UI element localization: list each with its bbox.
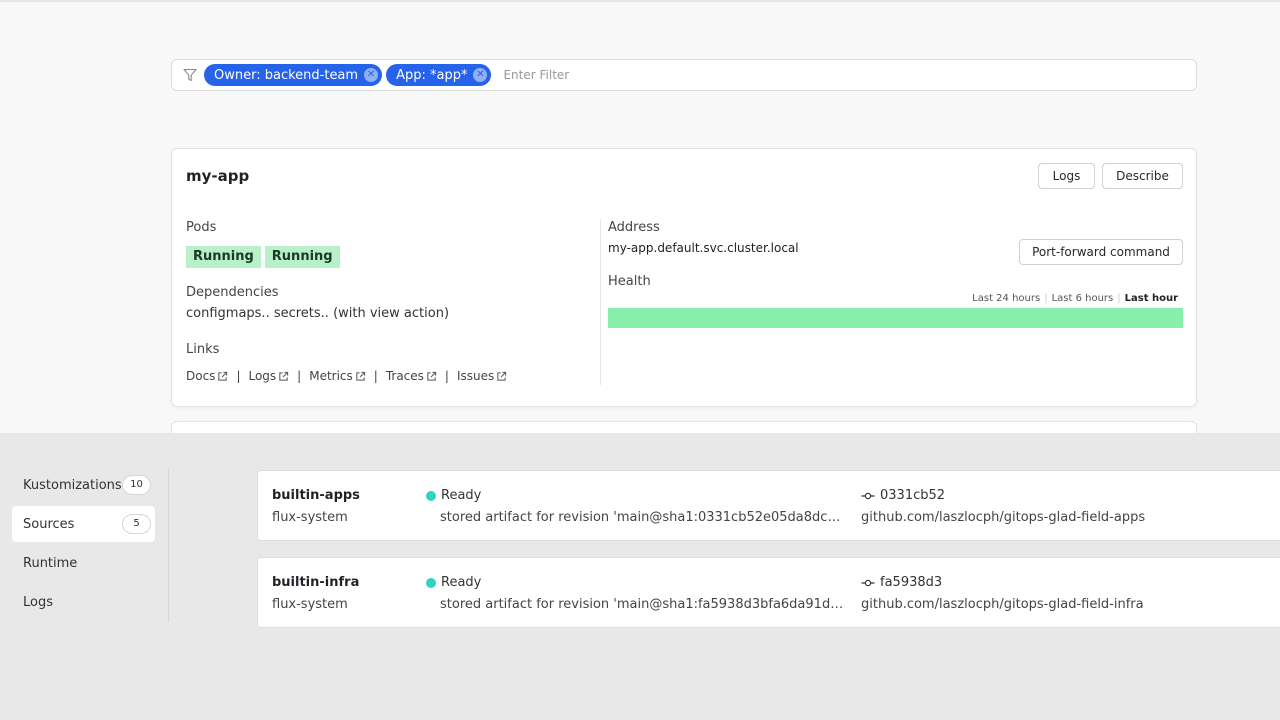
- link-label: Issues: [456, 369, 495, 383]
- logs-link[interactable]: Logs: [248, 369, 289, 383]
- range-24h[interactable]: Last 24 hours: [968, 293, 1044, 304]
- status-dot-icon: [426, 577, 436, 588]
- sidenav-item-runtime[interactable]: Runtime: [12, 545, 155, 581]
- links-list: Docs | Logs | Metrics | Traces | Issues: [186, 369, 507, 383]
- docs-link[interactable]: Docs: [186, 369, 228, 383]
- filter-chip-label: Owner: backend-team: [214, 67, 359, 83]
- source-url: github.com/laszlocph/gitops-glad-field-a…: [861, 510, 1146, 525]
- health-range-selector: Last 24 hours | Last 6 hours | Last hour: [968, 293, 1182, 304]
- filter-chip-owner[interactable]: Owner: backend-team ✕: [204, 64, 383, 86]
- status-dot-icon: [426, 490, 436, 501]
- external-link-icon: [218, 371, 228, 381]
- metrics-link[interactable]: Metrics: [309, 369, 366, 383]
- source-row[interactable]: builtin-apps flux-system Ready stored ar…: [257, 470, 1280, 541]
- pods-label: Pods: [186, 220, 217, 235]
- filter-input[interactable]: [503, 68, 804, 82]
- pod-status-badge[interactable]: Running: [186, 246, 261, 268]
- sidenav-item-label: Logs: [23, 594, 53, 610]
- source-message: stored artifact for revision 'main@sha1:…: [440, 510, 845, 525]
- remove-chip-icon[interactable]: ✕: [364, 68, 379, 82]
- external-link-icon: [427, 371, 437, 381]
- status-label: Ready: [441, 488, 482, 503]
- filter-bar[interactable]: Owner: backend-team ✕ App: *app* ✕: [171, 59, 1197, 91]
- sidenav-item-label: Sources: [23, 516, 75, 532]
- source-name: builtin-infra: [272, 575, 360, 590]
- next-card-edge: [171, 421, 1197, 433]
- port-forward-button[interactable]: Port-forward command: [1019, 239, 1183, 265]
- link-separator: |: [297, 369, 302, 383]
- link-label: Metrics: [309, 369, 353, 383]
- pod-status-badge[interactable]: Running: [264, 246, 340, 268]
- source-revision: 0331cb52: [861, 488, 945, 503]
- address-label: Address: [608, 220, 660, 235]
- filter-chip-label: App: *app*: [396, 67, 468, 83]
- source-row[interactable]: builtin-infra flux-system Ready stored a…: [257, 557, 1280, 628]
- range-1h[interactable]: Last hour: [1121, 293, 1182, 304]
- revision-label: 0331cb52: [880, 488, 946, 503]
- sidenav-item-label: Runtime: [23, 555, 78, 571]
- workload-card: my-app Logs Describe Pods Running Runnin…: [171, 148, 1197, 407]
- source-namespace: flux-system: [272, 597, 348, 612]
- filter-chip-app[interactable]: App: *app* ✕: [386, 64, 492, 86]
- link-separator: |: [444, 369, 449, 383]
- card-title: my-app: [186, 167, 250, 185]
- source-status: Ready: [426, 575, 481, 590]
- link-label: Docs: [186, 369, 216, 383]
- health-bar: [608, 308, 1183, 328]
- dependencies-label: Dependencies: [186, 285, 279, 300]
- pods-list: Running Running: [186, 246, 344, 268]
- link-separator: |: [373, 369, 378, 383]
- sidenav-divider: [168, 469, 169, 622]
- count-badge: 10: [122, 475, 151, 495]
- sidenav-item-label: Kustomizations: [23, 477, 122, 493]
- status-label: Ready: [441, 575, 482, 590]
- revision-label: fa5938d3: [880, 575, 943, 590]
- remove-chip-icon[interactable]: ✕: [473, 68, 488, 82]
- link-label: Logs: [248, 369, 277, 383]
- links-label: Links: [186, 342, 220, 357]
- bottom-panel: Kustomizations 10 Sources 5 Runtime Logs…: [0, 433, 1280, 720]
- sidenav-item-kustomizations[interactable]: Kustomizations 10: [12, 467, 155, 503]
- source-namespace: flux-system: [272, 510, 348, 525]
- traces-link[interactable]: Traces: [386, 369, 437, 383]
- address-value: my-app.default.svc.cluster.local: [608, 241, 799, 255]
- sidenav: Kustomizations 10 Sources 5 Runtime Logs: [12, 467, 155, 623]
- describe-button[interactable]: Describe: [1102, 163, 1183, 189]
- commit-icon: [861, 491, 875, 501]
- source-url: github.com/laszlocph/gitops-glad-field-i…: [861, 597, 1144, 612]
- external-link-icon: [279, 371, 289, 381]
- dependencies-value: configmaps.. secrets.. (with view action…: [186, 306, 450, 321]
- external-link-icon: [497, 371, 507, 381]
- source-status: Ready: [426, 488, 481, 503]
- issues-link[interactable]: Issues: [457, 369, 507, 383]
- health-label: Health: [608, 274, 651, 289]
- count-badge: 5: [122, 514, 151, 534]
- source-name: builtin-apps: [272, 488, 360, 503]
- range-6h[interactable]: Last 6 hours: [1048, 293, 1118, 304]
- column-divider: [600, 219, 601, 385]
- logs-button[interactable]: Logs: [1038, 163, 1095, 189]
- source-revision: fa5938d3: [861, 575, 942, 590]
- filter-icon: [182, 67, 198, 83]
- link-label: Traces: [385, 369, 424, 383]
- top-divider: [0, 0, 1280, 2]
- sidenav-item-logs[interactable]: Logs: [12, 584, 155, 620]
- link-separator: |: [236, 369, 241, 383]
- source-message: stored artifact for revision 'main@sha1:…: [440, 597, 844, 612]
- commit-icon: [861, 578, 875, 588]
- sidenav-item-sources[interactable]: Sources 5: [12, 506, 155, 542]
- external-link-icon: [356, 371, 365, 381]
